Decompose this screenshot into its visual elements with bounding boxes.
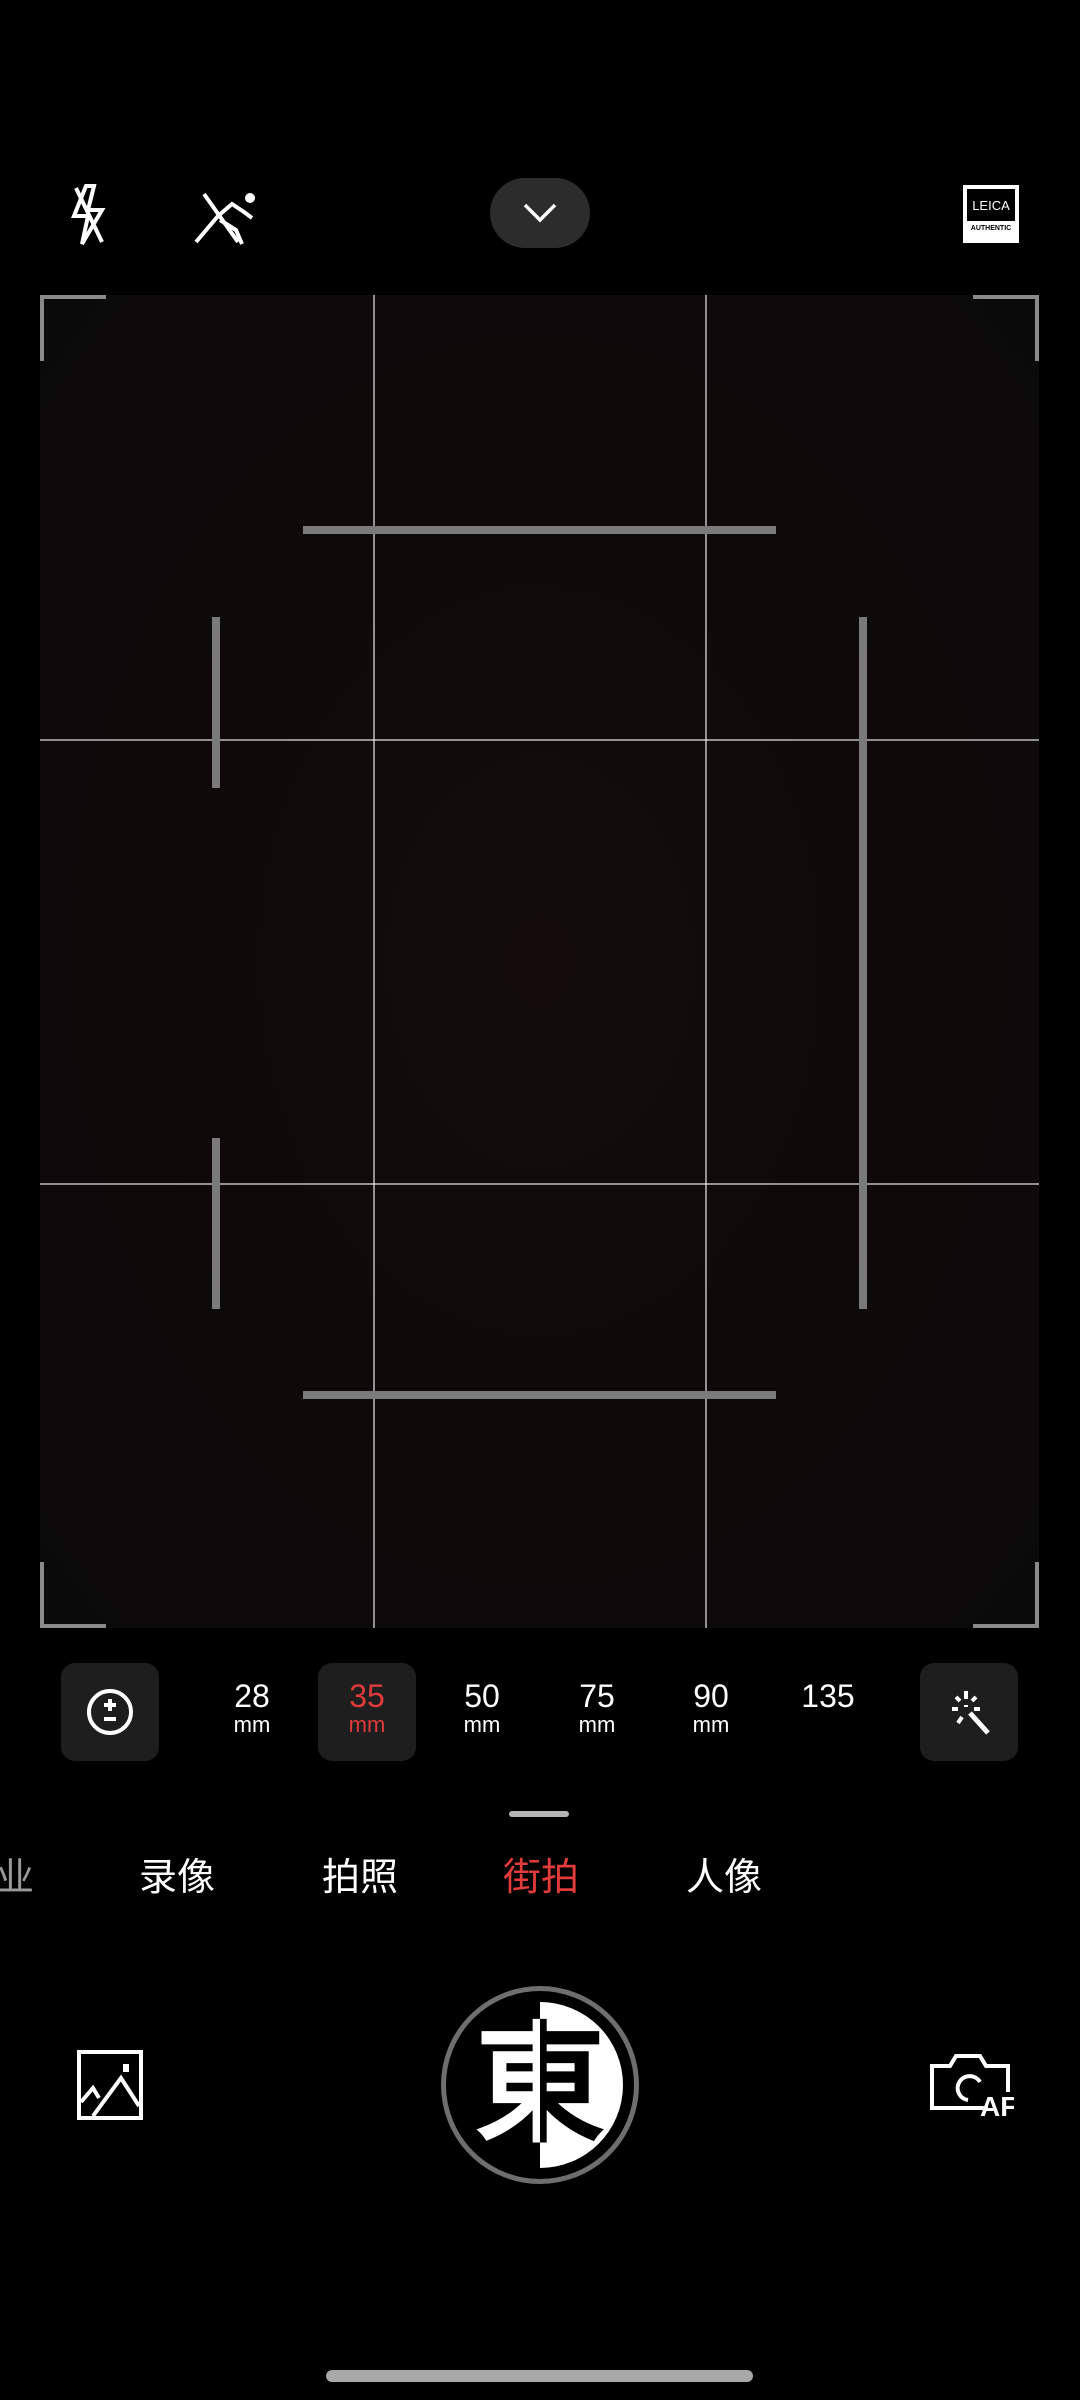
gallery-icon: [77, 2050, 143, 2120]
gallery-thumbnail-button[interactable]: [77, 2050, 143, 2120]
mode-photo[interactable]: 拍照: [322, 1846, 398, 1901]
shutter-glyph: 東: [474, 2009, 605, 2161]
focal-50mm[interactable]: 50 mm: [437, 1680, 527, 1736]
viewfinder[interactable]: [40, 295, 1039, 1628]
exposure-compensation-icon: [87, 1689, 133, 1735]
grid-line: [40, 1183, 1039, 1185]
mode-video[interactable]: 录像: [139, 1846, 215, 1901]
grid-line: [705, 295, 707, 1628]
frame-line-top: [303, 526, 776, 534]
corner-bracket: [40, 1562, 106, 1628]
leica-label: LEICA: [967, 189, 1015, 221]
focal-90mm[interactable]: 90 mm: [666, 1680, 756, 1736]
mode-street[interactable]: 街拍: [503, 1846, 579, 1901]
camera-af-icon: AF: [930, 2054, 1017, 2122]
frame-line-left-upper: [212, 617, 220, 788]
chevron-down-icon: [523, 203, 557, 223]
auto-enhance-button[interactable]: [920, 1663, 1018, 1761]
shutter-inner: 東: [457, 2002, 623, 2168]
motion-capture-toggle[interactable]: [192, 190, 262, 246]
exposure-compensation-button[interactable]: [61, 1663, 159, 1761]
svg-text:AF: AF: [980, 2091, 1014, 2118]
mode-portrait[interactable]: 人像: [686, 1846, 762, 1901]
authentic-label: AUTHENTIC: [970, 225, 1012, 232]
focal-35mm[interactable]: 35 mm: [322, 1680, 412, 1736]
shutter-button[interactable]: 東: [441, 1986, 639, 2184]
flash-toggle[interactable]: [62, 182, 114, 248]
frame-line-left-lower: [212, 1138, 220, 1309]
expand-settings-button[interactable]: [490, 178, 590, 248]
corner-bracket: [40, 295, 106, 361]
motion-capture-off-icon: [194, 192, 255, 245]
flash-off-icon: [71, 184, 106, 246]
home-indicator[interactable]: [326, 2370, 753, 2382]
grid-line: [373, 295, 375, 1628]
drawer-handle[interactable]: [509, 1811, 569, 1817]
corner-bracket: [973, 295, 1039, 361]
focal-135mm[interactable]: 135: [783, 1680, 873, 1714]
frame-line-right: [859, 617, 867, 1309]
focal-75mm[interactable]: 75 mm: [552, 1680, 642, 1736]
magic-wand-icon: [952, 1691, 990, 1735]
grid-line: [40, 739, 1039, 741]
leica-authentic-badge[interactable]: LEICA AUTHENTIC: [963, 185, 1019, 243]
af-camera-switch-button[interactable]: AF: [930, 2052, 1017, 2122]
frame-line-bottom: [303, 1391, 776, 1399]
mode-professional-partial[interactable]: 业: [0, 1846, 34, 1901]
focal-28mm[interactable]: 28 mm: [207, 1680, 297, 1736]
corner-bracket: [973, 1562, 1039, 1628]
